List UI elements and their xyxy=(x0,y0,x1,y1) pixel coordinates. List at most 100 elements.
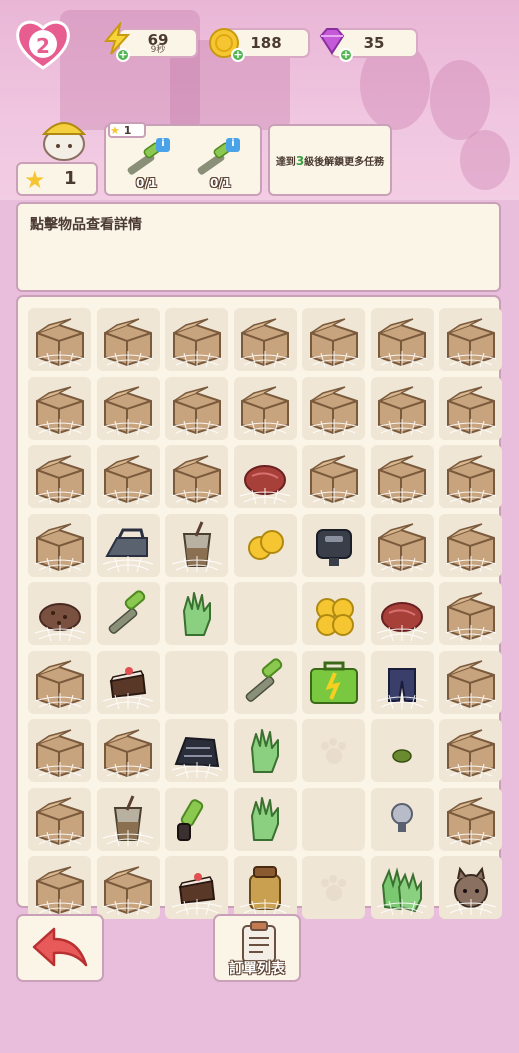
board-cell-box[interactable] xyxy=(302,376,365,440)
board-cell-cake[interactable] xyxy=(165,856,228,919)
toolbox-icon xyxy=(309,661,358,704)
cat-icon xyxy=(445,866,496,915)
board-cell-jar[interactable] xyxy=(233,856,297,919)
board-cell-box[interactable] xyxy=(28,376,91,440)
board-cell-glove[interactable] xyxy=(233,787,297,851)
box-icon xyxy=(34,386,85,436)
box-icon xyxy=(171,317,222,367)
board-cell-box[interactable] xyxy=(302,445,365,508)
player-avatar[interactable] xyxy=(36,108,92,164)
board-cell-steak[interactable] xyxy=(233,445,297,508)
board-cell-box[interactable] xyxy=(370,513,434,577)
board-cell-toolbox[interactable] xyxy=(302,650,365,714)
board-cell-coins2[interactable] xyxy=(233,513,297,577)
empty-board-cell[interactable] xyxy=(302,787,365,851)
orders-list-label: 訂單列表 xyxy=(229,961,285,977)
gloves-icon xyxy=(376,866,428,915)
board-cell-box[interactable] xyxy=(439,308,502,371)
board-cell-box[interactable] xyxy=(439,719,502,782)
player-stars-value: 1 xyxy=(64,168,77,189)
board-cell-handle[interactable] xyxy=(165,787,228,851)
board-cell-box[interactable] xyxy=(439,445,502,508)
board-cell-box[interactable] xyxy=(439,582,502,645)
board-cell-box[interactable] xyxy=(439,376,502,440)
board-cell-cup[interactable] xyxy=(165,513,228,577)
board-cell-box[interactable] xyxy=(439,787,502,851)
coins-add-button[interactable]: + xyxy=(231,48,245,62)
box-icon xyxy=(376,523,428,573)
board-cell-toaster[interactable] xyxy=(302,513,365,577)
board-cell-paw[interactable] xyxy=(302,856,365,919)
empty-cell xyxy=(303,788,365,850)
board-cell-box[interactable] xyxy=(96,308,160,371)
board-cell-gloves[interactable] xyxy=(370,856,434,919)
board-cell-box[interactable] xyxy=(370,445,434,508)
locked-task-card: 達到3級後解鎖更多任務 xyxy=(268,124,392,196)
task-card[interactable]: ★ 1 i 0/1 i 0/1 xyxy=(104,122,262,196)
paw-icon xyxy=(320,874,346,901)
board-cell-box[interactable] xyxy=(439,650,502,714)
board-cell-cat[interactable] xyxy=(439,856,502,919)
merge-board xyxy=(16,295,502,919)
board-cell-box[interactable] xyxy=(96,719,160,782)
empty-board-cell[interactable] xyxy=(233,582,297,645)
board-cell-paw[interactable] xyxy=(302,719,365,782)
box-icon xyxy=(34,660,85,710)
board-cell-box[interactable] xyxy=(28,308,91,371)
board-cell-box[interactable] xyxy=(28,513,91,577)
board-cell-pants[interactable] xyxy=(370,650,434,714)
board-cell-box[interactable] xyxy=(165,376,228,440)
empty-board-cell[interactable] xyxy=(165,650,228,714)
board-cell-box[interactable] xyxy=(370,308,434,371)
board-cell-wrench[interactable] xyxy=(96,582,160,645)
board-cell-cookie[interactable] xyxy=(28,582,91,645)
board-cell-box[interactable] xyxy=(28,856,91,919)
board-cell-box[interactable] xyxy=(96,856,160,919)
box-icon xyxy=(376,317,428,367)
box-icon xyxy=(171,386,222,436)
board-cell-cake[interactable] xyxy=(96,650,160,714)
board-cell-trap[interactable] xyxy=(165,719,228,782)
cake-icon xyxy=(171,872,222,915)
board-cell-glove[interactable] xyxy=(165,582,228,645)
board-cell-box[interactable] xyxy=(302,308,365,371)
board-cell-box[interactable] xyxy=(165,445,228,508)
board-cell-iron[interactable] xyxy=(96,513,160,577)
board-cell-coins4[interactable] xyxy=(302,582,365,645)
board-cell-box[interactable] xyxy=(370,376,434,440)
board-cell-box[interactable] xyxy=(165,308,228,371)
level-heart-badge[interactable]: 2 xyxy=(14,18,72,70)
energy-add-button[interactable]: + xyxy=(116,48,130,62)
board-cell-box[interactable] xyxy=(28,445,91,508)
board-cell-box[interactable] xyxy=(96,445,160,508)
box-icon xyxy=(34,317,85,367)
gems-value: 35 xyxy=(363,34,385,52)
board-cell-cup[interactable] xyxy=(96,787,160,851)
board-cell-box[interactable] xyxy=(439,513,502,577)
board-cell-box[interactable] xyxy=(28,787,91,851)
info-icon[interactable]: i xyxy=(156,138,170,152)
box-icon xyxy=(34,797,85,847)
board-cell-bean[interactable] xyxy=(370,719,434,782)
back-button[interactable] xyxy=(16,914,104,982)
locked-task-text: 達到3級後解鎖更多任務 xyxy=(275,153,385,168)
board-cell-box[interactable] xyxy=(233,308,297,371)
board-cell-box[interactable] xyxy=(233,376,297,440)
board-cell-glove[interactable] xyxy=(233,719,297,782)
board-cell-box[interactable] xyxy=(96,376,160,440)
cookie-icon xyxy=(34,602,85,641)
coins-value: 188 xyxy=(250,34,282,52)
info-icon[interactable]: i xyxy=(226,138,240,152)
bulb-icon xyxy=(391,803,413,832)
board-cell-box[interactable] xyxy=(28,650,91,714)
board-cell-box[interactable] xyxy=(28,719,91,782)
board-cell-steak[interactable] xyxy=(370,582,434,645)
pants-icon xyxy=(376,668,428,710)
gems-add-button[interactable]: + xyxy=(339,48,353,62)
box-icon xyxy=(239,317,291,367)
orders-list-button[interactable]: 訂單列表 xyxy=(213,914,301,982)
board-cell-wrench[interactable] xyxy=(233,650,297,714)
task-star-icon: ★ xyxy=(110,124,120,137)
box-icon xyxy=(102,865,154,915)
board-cell-bulb[interactable] xyxy=(370,787,434,851)
